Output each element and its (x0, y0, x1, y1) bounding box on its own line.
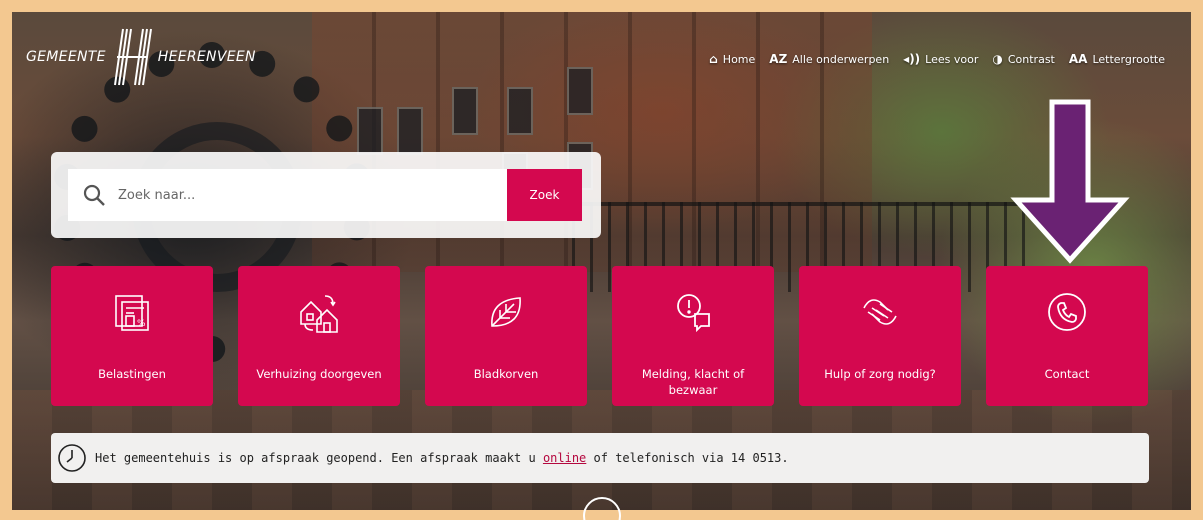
phone-icon (1048, 293, 1086, 331)
contrast-icon: ◑ (992, 52, 1003, 66)
online-appointment-link[interactable]: online (543, 451, 586, 465)
quick-links: % Belastingen Verhuizing doorgeven Bladk… (51, 266, 1148, 406)
background-window (452, 87, 478, 135)
top-navigation: ⌂ Home AZ Alle onderwerpen ◂)) Lees voor… (709, 52, 1165, 66)
heerenveen-logo-mark-icon (113, 28, 152, 86)
nav-lees-voor[interactable]: ◂)) Lees voor (903, 52, 978, 66)
logo-text-right: HEERENVEEN (157, 49, 256, 65)
background-window (567, 67, 593, 115)
notice-text-before: Het gemeentehuis is op afspraak geopend.… (95, 451, 543, 465)
nav-alle-onderwerpen[interactable]: AZ Alle onderwerpen (769, 52, 889, 66)
search-button[interactable]: Zoek (507, 169, 582, 221)
notice-text-after: of telefonisch via 14 0513. (586, 451, 789, 465)
nav-home[interactable]: ⌂ Home (709, 52, 755, 66)
tile-melding-klacht-bezwaar[interactable]: Melding, klacht of bezwaar (612, 266, 774, 406)
tile-label: Hulp of zorg nodig? (824, 367, 936, 381)
search-panel: Zoek (51, 152, 601, 238)
nav-alle-onderwerpen-label: Alle onderwerpen (792, 52, 890, 66)
helping-hand-icon (863, 299, 897, 325)
background-window (397, 107, 423, 155)
tile-label: Verhuizing doorgeven (256, 367, 382, 381)
logo-text-left: GEMEENTE (26, 49, 106, 65)
home-icon: ⌂ (709, 52, 718, 66)
svg-text:%: % (137, 319, 146, 329)
complaint-chat-icon (677, 294, 710, 333)
tile-label: Belastingen (98, 367, 166, 381)
tile-verhuizing-doorgeven[interactable]: Verhuizing doorgeven (238, 266, 400, 406)
site-logo[interactable]: GEMEENTE HEERENVEEN (26, 28, 256, 86)
nav-home-label: Home (722, 52, 756, 66)
tile-label: Melding, klacht of bezwaar (641, 367, 745, 397)
nav-lees-voor-label: Lees voor (925, 52, 979, 66)
notice-text: Het gemeentehuis is op afspraak geopend.… (95, 451, 789, 465)
nav-lettergrootte-label: Lettergrootte (1092, 52, 1165, 66)
search-icon (83, 184, 105, 206)
leaf-icon (491, 297, 521, 327)
az-icon: AZ (769, 52, 788, 66)
tile-hulp-of-zorg[interactable]: Hulp of zorg nodig? (799, 266, 961, 406)
tile-contact[interactable]: Contact (986, 266, 1148, 406)
search-input[interactable] (118, 187, 478, 203)
tax-document-icon: % (115, 295, 149, 331)
annotation-arrow-icon (1010, 99, 1130, 264)
moving-house-icon (300, 295, 338, 333)
opening-hours-notice: Het gemeentehuis is op afspraak geopend.… (51, 433, 1149, 483)
background-window (507, 87, 533, 135)
nav-contrast[interactable]: ◑ Contrast (992, 52, 1055, 66)
tile-belastingen[interactable]: % Belastingen (51, 266, 213, 406)
speaker-icon: ◂)) (903, 52, 921, 66)
tile-label: Contact (1044, 367, 1090, 381)
tile-label: Bladkorven (473, 367, 539, 381)
clock-icon (58, 444, 86, 472)
tile-bladkorven[interactable]: Bladkorven (425, 266, 587, 406)
search-field (68, 169, 508, 221)
text-size-icon: AA (1068, 52, 1088, 66)
nav-contrast-label: Contrast (1007, 52, 1055, 66)
nav-lettergrootte[interactable]: AA Lettergrootte (1069, 52, 1165, 66)
